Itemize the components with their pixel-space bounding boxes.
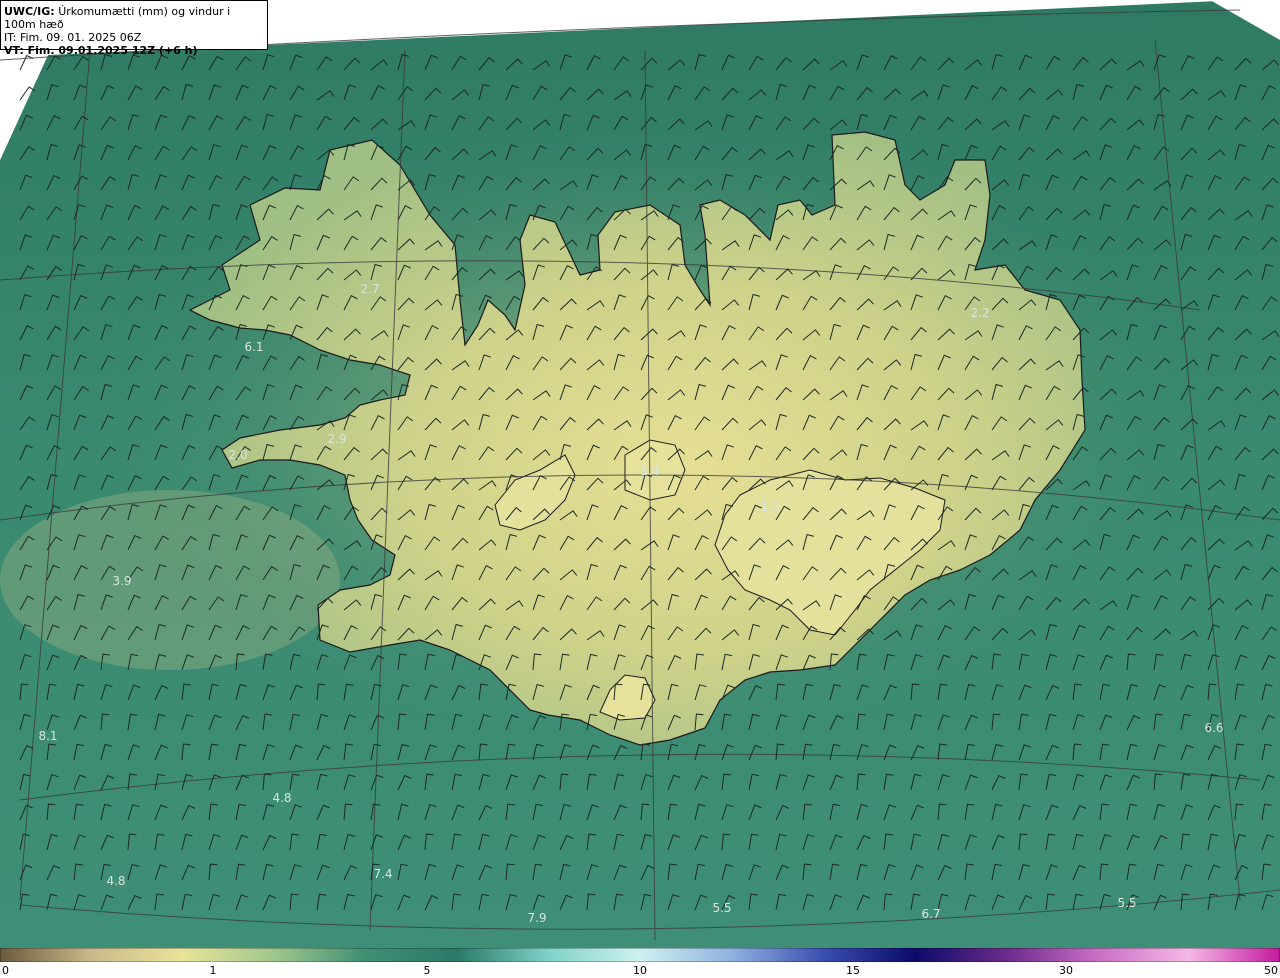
precipitation-colorbar xyxy=(0,948,1280,962)
value-label: 5.5 xyxy=(1117,896,1137,910)
value-label: 2.7 xyxy=(360,282,380,296)
value-label: 4.8 xyxy=(106,874,126,888)
valid-time: VT: Fim. 09.01.2025 12Z (+6 h) xyxy=(4,44,198,57)
value-label: 6.7 xyxy=(921,907,941,921)
value-label: 7.9 xyxy=(527,911,547,925)
initial-time: IT: Fim. 09. 01. 2025 06Z xyxy=(4,31,142,44)
colorbar-tick: 5 xyxy=(423,964,431,977)
colorbar-tick: 1 xyxy=(209,964,217,977)
value-label: 2.9 xyxy=(327,432,347,446)
value-label: 5.5 xyxy=(712,901,732,915)
value-label: 2.2 xyxy=(970,306,990,320)
value-label: 6.6 xyxy=(1204,721,1224,735)
model-prefix: UWC/IG: xyxy=(4,5,55,18)
value-label: 2.0 xyxy=(228,448,248,462)
value-label: 1.3 xyxy=(760,500,780,514)
colorbar-tick: 0 xyxy=(2,964,9,977)
colorbar-tick: 15 xyxy=(846,964,860,977)
value-label: 7.4 xyxy=(373,867,393,881)
map-title-box: UWC/IG: Úrkomumætti (mm) og vindur i 100… xyxy=(0,0,268,57)
value-label: 8.1 xyxy=(38,729,58,743)
map-area[interactable]: UWC/IG: Úrkomumætti (mm) og vindur i 100… xyxy=(0,0,1280,948)
colorbar-tick: 10 xyxy=(633,964,647,977)
colorbar-tick: 30 xyxy=(1059,964,1073,977)
value-label: 6.1 xyxy=(244,340,264,354)
value-label: 1.4 xyxy=(640,464,660,478)
colorbar-tick: 50 xyxy=(1264,964,1278,977)
value-label: 3.9 xyxy=(112,574,132,588)
value-label: 4.8 xyxy=(272,791,292,805)
